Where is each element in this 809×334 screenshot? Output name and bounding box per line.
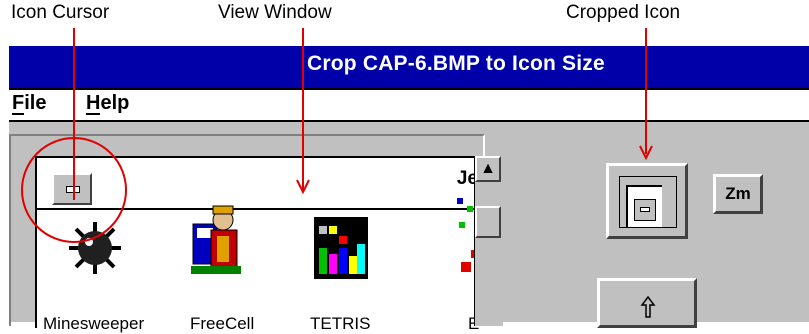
annotation-overlay (21, 28, 653, 243)
